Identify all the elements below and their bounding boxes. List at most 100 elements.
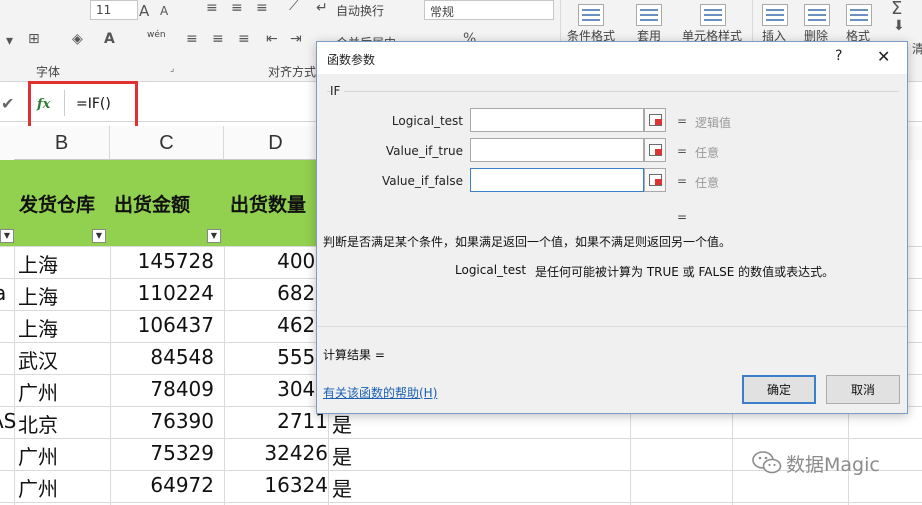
borders-icon[interactable]: ⊞ bbox=[28, 31, 40, 47]
align-bottom-icon[interactable]: ≡ bbox=[256, 0, 268, 16]
cell-styles-icon[interactable] bbox=[700, 4, 726, 26]
fill-color-icon[interactable]: ◈ bbox=[72, 31, 83, 47]
font-shrink-icon[interactable]: A bbox=[160, 4, 168, 18]
function-arguments-dialog: 函数参数 ? ✕ IF Logical_test = 逻辑值 Value_if_… bbox=[316, 41, 908, 414]
format-cells-icon[interactable] bbox=[846, 4, 872, 26]
cell-warehouse[interactable]: 广州 bbox=[18, 473, 58, 502]
column-header-d[interactable]: D bbox=[224, 126, 328, 160]
argument-description-name: Logical_test bbox=[455, 263, 527, 277]
cell-warehouse[interactable]: 上海 bbox=[18, 281, 58, 310]
header-quantity[interactable]: 出货数量 bbox=[230, 190, 306, 217]
dialog-title: 函数参数 bbox=[327, 53, 376, 67]
alignment-group-label: 对齐方式 bbox=[268, 65, 317, 79]
wrap-text-icon[interactable]: ↵ bbox=[316, 0, 328, 16]
header-amount[interactable]: 出货金额 bbox=[114, 190, 190, 217]
wechat-icon bbox=[752, 451, 782, 474]
clear-label[interactable]: 清 bbox=[912, 40, 922, 57]
font-group-label: 字体 bbox=[36, 65, 61, 79]
cell-prefix[interactable]: AS bbox=[0, 409, 16, 433]
autosum-icon[interactable]: Σ bbox=[891, 0, 902, 19]
fill-dropdown-icon[interactable]: ▾ bbox=[6, 33, 13, 49]
increase-indent-icon[interactable]: ⇥ bbox=[290, 31, 302, 47]
decrease-indent-icon[interactable]: ⇤ bbox=[266, 31, 278, 47]
cell-quantity[interactable]: 32426 bbox=[224, 441, 328, 465]
table-format-icon[interactable] bbox=[636, 4, 662, 26]
align-left-icon[interactable]: ≡ bbox=[186, 31, 198, 47]
fill-icon[interactable]: ⬇ bbox=[893, 18, 905, 34]
column-header-c[interactable]: C bbox=[110, 126, 224, 160]
cell-quantity[interactable]: 3045 bbox=[224, 377, 328, 401]
cell-amount[interactable]: 110224 bbox=[110, 281, 214, 305]
arg-equals: = bbox=[677, 144, 688, 158]
cell-warehouse[interactable]: 北京 bbox=[18, 409, 58, 438]
cell-quantity[interactable]: 6826 bbox=[224, 281, 328, 305]
arg-type-logical-test: 逻辑值 bbox=[695, 116, 732, 130]
font-dialog-launcher-icon[interactable]: ⌟ bbox=[170, 64, 174, 74]
cell-prefix[interactable]: a bbox=[0, 281, 6, 305]
align-center-icon[interactable]: ≡ bbox=[212, 31, 224, 47]
dialog-titlebar: 函数参数 ? ✕ bbox=[317, 42, 907, 74]
number-format-box[interactable]: 常规 bbox=[424, 0, 554, 20]
orientation-icon[interactable]: ⟋ bbox=[289, 0, 299, 14]
conditional-format-icon[interactable] bbox=[578, 4, 604, 26]
cell-quantity[interactable]: 5555 bbox=[224, 345, 328, 369]
cell-amount[interactable]: 64972 bbox=[110, 473, 214, 497]
arg-label-logical-test: Logical_test bbox=[391, 114, 463, 128]
header-warehouse[interactable]: 发货仓库 bbox=[19, 190, 95, 217]
align-top-icon[interactable]: ≡ bbox=[206, 0, 218, 16]
formula-result-equals: = bbox=[677, 210, 688, 224]
cell-amount[interactable]: 78409 bbox=[110, 377, 214, 401]
font-size-box[interactable]: 11 bbox=[90, 0, 138, 20]
cell-flag[interactable]: 是 bbox=[332, 473, 352, 502]
column-header-b[interactable]: B bbox=[14, 126, 110, 160]
cell-warehouse[interactable]: 广州 bbox=[18, 441, 58, 470]
table-row: 广州 75329 32426 是 bbox=[0, 441, 922, 473]
cell-quantity[interactable]: 4621 bbox=[224, 313, 328, 337]
cell-warehouse[interactable]: 广州 bbox=[18, 377, 58, 406]
value-if-false-input[interactable] bbox=[470, 168, 644, 192]
argument-group-border bbox=[327, 91, 899, 92]
value-if-true-input[interactable] bbox=[470, 138, 644, 162]
filter-dropdown-icon[interactable]: ▼ bbox=[0, 229, 14, 243]
arg-label-value-if-true: Value_if_true bbox=[385, 144, 463, 158]
logical-test-input[interactable] bbox=[470, 108, 644, 132]
dialog-divider bbox=[317, 326, 907, 327]
cell-amount[interactable]: 145728 bbox=[110, 249, 214, 273]
cell-warehouse[interactable]: 上海 bbox=[18, 313, 58, 342]
ok-button[interactable]: 确定 bbox=[742, 375, 816, 404]
align-middle-icon[interactable]: ≡ bbox=[231, 0, 243, 16]
check-icon[interactable]: ✔ bbox=[1, 94, 14, 113]
cell-quantity[interactable]: 16324 bbox=[224, 473, 328, 497]
calculation-result: 计算结果 = bbox=[323, 348, 385, 362]
collapse-dialog-icon[interactable] bbox=[644, 168, 666, 192]
filter-dropdown-icon[interactable]: ▼ bbox=[92, 229, 106, 243]
cell-quantity[interactable]: 4002 bbox=[224, 249, 328, 273]
collapse-dialog-icon[interactable] bbox=[644, 138, 666, 162]
insert-cells-icon[interactable] bbox=[762, 4, 788, 26]
cell-amount[interactable]: 106437 bbox=[110, 313, 214, 337]
font-color-icon[interactable]: A bbox=[104, 31, 115, 47]
arg-type-value-if-true: 任意 bbox=[695, 146, 720, 160]
cell-quantity[interactable]: 2711 bbox=[224, 409, 328, 433]
filter-dropdown-icon[interactable]: ▼ bbox=[207, 229, 221, 243]
cancel-button[interactable]: 取消 bbox=[826, 375, 900, 404]
arg-type-value-if-false: 任意 bbox=[695, 176, 720, 190]
phonetic-icon[interactable]: wén bbox=[147, 30, 166, 40]
cell-warehouse[interactable]: 上海 bbox=[18, 249, 58, 278]
cell-amount[interactable]: 84548 bbox=[110, 345, 214, 369]
close-icon[interactable]: ✕ bbox=[877, 47, 890, 66]
wrap-text-label[interactable]: 自动换行 bbox=[336, 2, 384, 19]
cell-warehouse[interactable]: 武汉 bbox=[18, 345, 58, 374]
help-icon[interactable]: ? bbox=[835, 48, 842, 64]
arg-equals: = bbox=[677, 114, 688, 128]
align-right-icon[interactable]: ≡ bbox=[238, 31, 250, 47]
table-row: 广州 64972 16324 是 bbox=[0, 473, 922, 505]
font-grow-icon[interactable]: A bbox=[139, 2, 149, 20]
function-description: 判断是否满足某个条件，如果满足返回一个值，如果不满足则返回另一个值。 bbox=[323, 235, 732, 249]
cell-flag[interactable]: 是 bbox=[332, 441, 352, 470]
collapse-dialog-icon[interactable] bbox=[644, 108, 666, 132]
delete-cells-icon[interactable] bbox=[804, 4, 830, 26]
function-help-link[interactable]: 有关该函数的帮助(H) bbox=[323, 384, 437, 401]
cell-amount[interactable]: 75329 bbox=[110, 441, 214, 465]
cell-amount[interactable]: 76390 bbox=[110, 409, 214, 433]
